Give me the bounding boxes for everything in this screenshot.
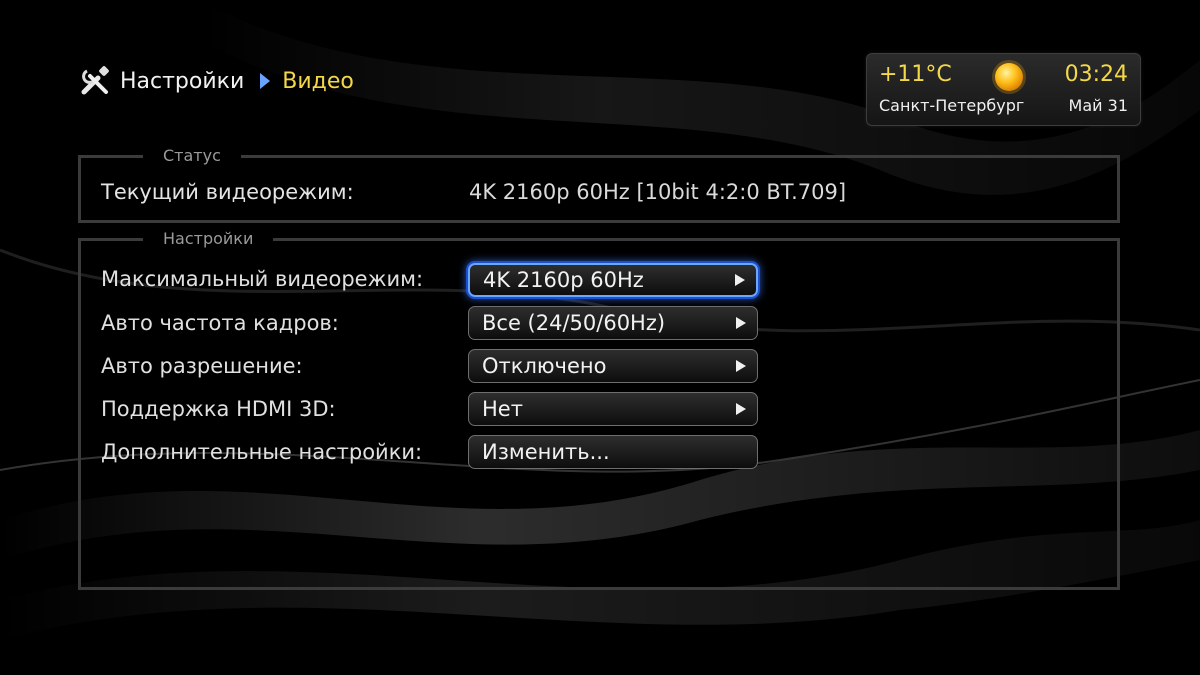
auto-frame-rate-selector[interactable]: Все (24/50/60Hz) <box>468 306 758 340</box>
sun-icon <box>992 60 1026 94</box>
breadcrumb-root: Настройки <box>120 68 245 94</box>
arrow-right-icon <box>736 317 746 329</box>
arrow-right-icon <box>736 360 746 372</box>
max-video-mode-label: Максимальный видеорежим: <box>101 267 424 291</box>
settings-legend: Настройки <box>143 229 274 249</box>
tools-icon <box>81 66 109 95</box>
current-video-mode-label: Текущий видеорежим: <box>101 180 354 204</box>
temperature: +11°C <box>879 62 952 87</box>
status-group: Статус Текущий видеорежим: 4K 2160p 60Hz… <box>78 146 1120 223</box>
max-video-mode-value: 4K 2160p 60Hz <box>483 268 644 292</box>
status-legend: Статус <box>143 146 241 166</box>
advanced-settings-value: Изменить... <box>482 440 610 464</box>
hdmi-3d-support-selector[interactable]: Нет <box>468 392 758 426</box>
hdmi-3d-support-label: Поддержка HDMI 3D: <box>101 397 336 421</box>
settings-group: Настройки Максимальный видеорежим: 4K 21… <box>78 229 1120 590</box>
clock: 03:24 <box>1064 62 1128 87</box>
auto-resolution-selector[interactable]: Отключено <box>468 349 758 383</box>
advanced-settings-label: Дополнительные настройки: <box>101 440 423 464</box>
chevron-right-icon <box>260 73 271 89</box>
current-video-mode-value: 4K 2160p 60Hz [10bit 4:2:0 BT.709] <box>469 180 847 204</box>
auto-resolution-label: Авто разрешение: <box>101 354 303 378</box>
arrow-right-icon <box>735 274 745 286</box>
auto-frame-rate-label: Авто частота кадров: <box>101 311 339 335</box>
advanced-settings-button[interactable]: Изменить... <box>468 435 758 469</box>
breadcrumb: Настройки Видео <box>78 62 354 100</box>
weather-clock-panel: +11°C 03:24 Санкт-Петербург Май 31 <box>866 53 1141 126</box>
hdmi-3d-support-value: Нет <box>482 397 523 421</box>
max-video-mode-selector[interactable]: 4K 2160p 60Hz <box>468 263 758 297</box>
city-name: Санкт-Петербург <box>879 96 1025 115</box>
auto-resolution-value: Отключено <box>482 354 607 378</box>
date: Май 31 <box>1068 96 1128 115</box>
arrow-right-icon <box>736 403 746 415</box>
auto-frame-rate-value: Все (24/50/60Hz) <box>482 311 666 335</box>
breadcrumb-current: Видео <box>282 68 354 94</box>
